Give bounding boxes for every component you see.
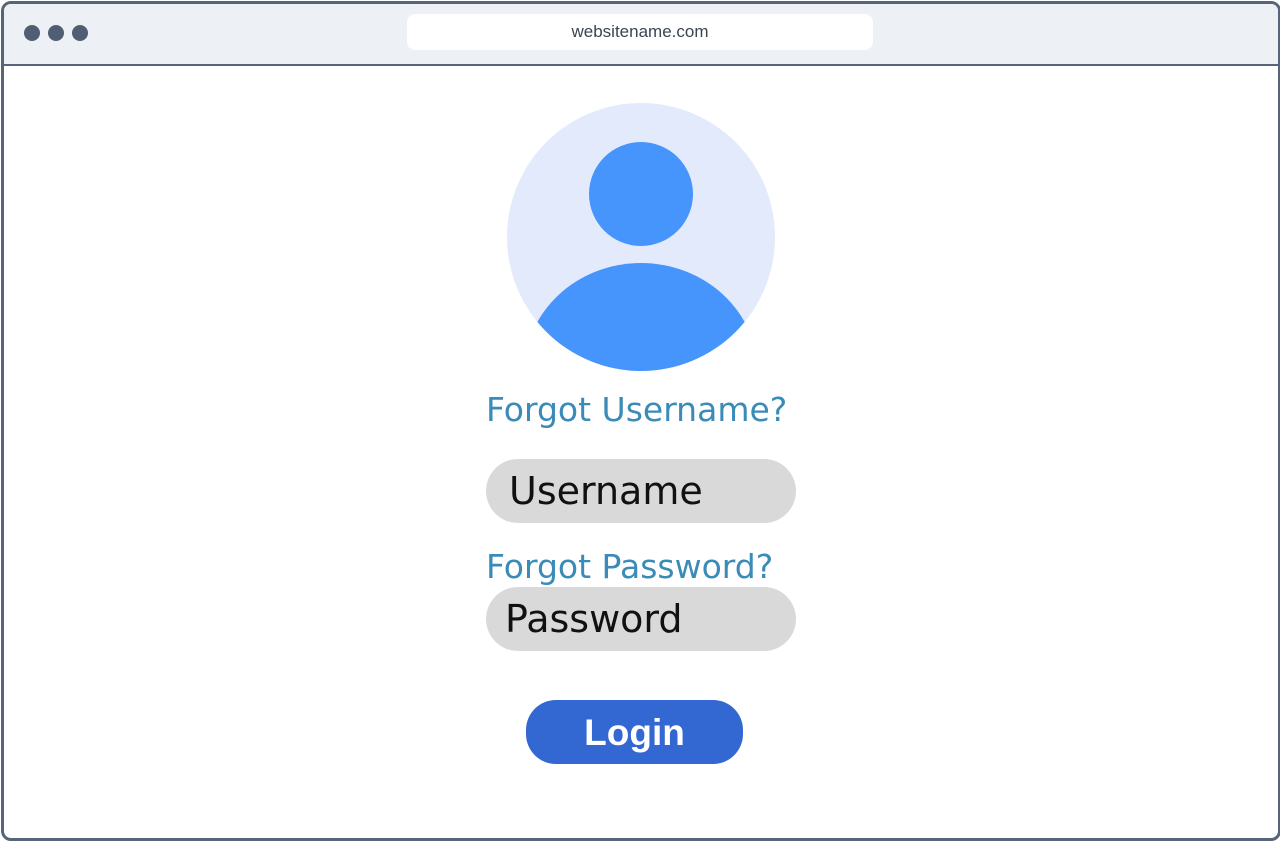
avatar-head-shape: [589, 142, 693, 246]
window-control-dot-2[interactable]: [48, 25, 64, 41]
forgot-username-link[interactable]: Forgot Username?: [486, 393, 787, 426]
password-field[interactable]: Password: [486, 587, 796, 651]
browser-title-bar: websitename.com: [4, 4, 1278, 66]
user-avatar-icon: [507, 103, 775, 371]
address-bar[interactable]: websitename.com: [407, 14, 873, 50]
username-field[interactable]: Username: [486, 459, 796, 523]
browser-window: websitename.com Forgot Username? Usernam…: [1, 1, 1280, 841]
username-placeholder: Username: [509, 469, 703, 513]
login-button[interactable]: Login: [526, 700, 743, 764]
password-placeholder: Password: [505, 597, 683, 641]
window-controls: [24, 25, 88, 41]
window-control-dot-1[interactable]: [24, 25, 40, 41]
forgot-password-link[interactable]: Forgot Password?: [486, 550, 773, 583]
avatar-body-shape: [524, 263, 758, 371]
address-bar-url: websitename.com: [571, 22, 709, 41]
login-button-label: Login: [584, 711, 685, 753]
window-control-dot-3[interactable]: [72, 25, 88, 41]
